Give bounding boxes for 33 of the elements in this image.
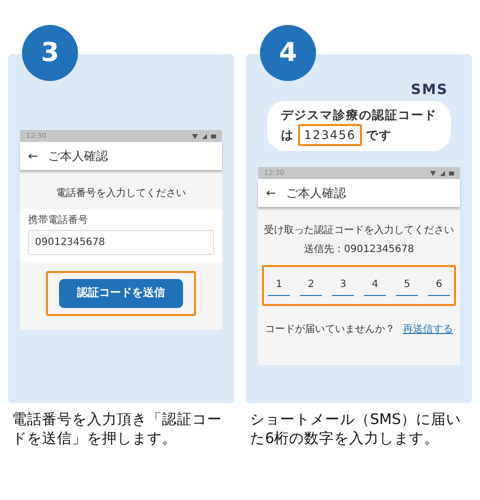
resend-link[interactable]: 再送信する <box>403 322 453 337</box>
step-number: 3 <box>22 25 78 81</box>
step-caption: 電話番号を入力頂き「認証コードを送信」を押します。 <box>11 411 223 449</box>
battery-icon <box>449 170 454 176</box>
signal-icon <box>440 170 445 176</box>
field-label: 携帯電話番号 <box>28 214 89 228</box>
code-digit-field[interactable]: 4 <box>364 277 386 296</box>
sms-label: SMS <box>410 81 448 100</box>
signal-icon <box>202 134 207 138</box>
verification-code: 123456 <box>298 124 362 146</box>
prompt-text: 受け取った認証コードを入力してください <box>263 224 455 238</box>
wifi-icon <box>192 134 198 138</box>
step-caption: ショートメール（SMS）に届いた6桁の数字を入力します。 <box>249 411 462 449</box>
code-digit-field[interactable]: 3 <box>332 277 354 296</box>
code-digit-field[interactable]: 1 <box>268 277 290 296</box>
code-digit-field[interactable]: 5 <box>396 277 418 296</box>
send-code-button[interactable]: 認証コードを送信 <box>59 279 183 308</box>
prompt-text: 電話番号を入力してください <box>55 186 187 201</box>
message-text: です <box>366 127 392 144</box>
screen-title: ご本人確認 <box>286 185 346 202</box>
code-digit-field[interactable]: 2 <box>300 277 322 296</box>
back-button[interactable]: ← <box>28 147 38 165</box>
code-digit-field[interactable]: 6 <box>428 277 450 296</box>
step-number: 4 <box>260 25 316 81</box>
resend-question: コードが届いていませんか？ <box>265 323 395 337</box>
screen-title: ご本人確認 <box>48 148 108 165</box>
recipient-text: 送信先：09012345678 <box>303 242 415 257</box>
message-text: デジスマ診療の認証コード <box>281 107 437 124</box>
back-button[interactable]: ← <box>266 184 276 202</box>
message-text: は <box>281 127 294 144</box>
phone-number-field[interactable]: 09012345678 <box>28 230 214 255</box>
battery-icon <box>211 134 216 138</box>
wifi-icon <box>430 170 436 176</box>
